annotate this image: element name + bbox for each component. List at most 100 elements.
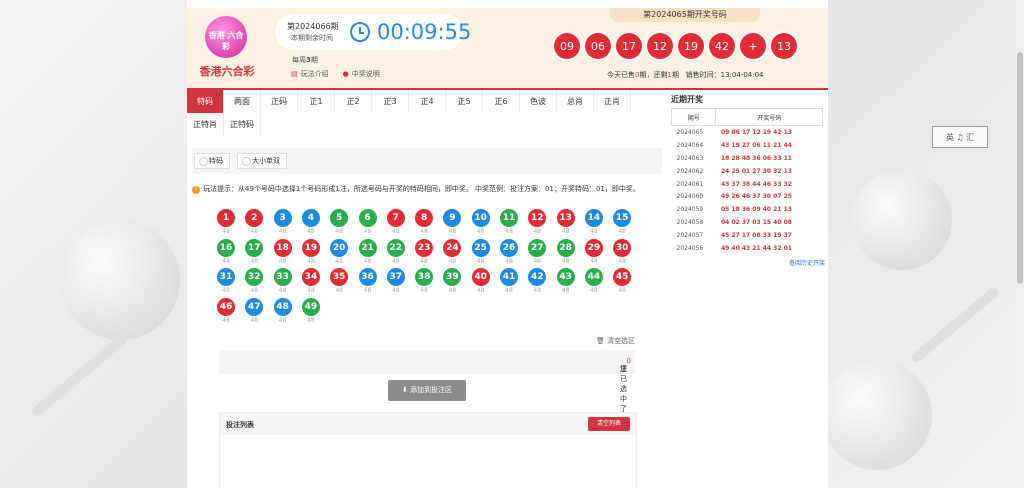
number-ball[interactable]: 45: [613, 268, 632, 286]
number-cell[interactable]: 45 48: [610, 268, 634, 295]
number-cell[interactable]: 41 48: [497, 268, 521, 295]
number-ball[interactable]: 49: [301, 297, 320, 316]
number-ball[interactable]: 24: [443, 238, 462, 257]
number-ball[interactable]: 16: [217, 238, 235, 257]
tab-1[interactable]: 两面: [224, 90, 261, 113]
history-link[interactable]: 查阅历史开奖: [671, 258, 825, 267]
number-cell[interactable]: 18 48: [271, 238, 295, 266]
number-cell[interactable]: 1 48: [214, 209, 238, 236]
number-cell[interactable]: 24 48: [440, 238, 464, 266]
number-cell[interactable]: 15 48: [610, 209, 634, 236]
number-cell[interactable]: 32 48: [242, 268, 266, 295]
number-cell[interactable]: 36 48: [356, 268, 380, 295]
number-ball[interactable]: 48: [273, 297, 292, 316]
number-cell[interactable]: 19 48: [299, 238, 323, 266]
number-cell[interactable]: 13 48: [554, 209, 578, 236]
add-to-bet-button[interactable]: ⬇ 添加到投注区: [388, 380, 466, 401]
tab-13[interactable]: 正特码: [224, 113, 261, 136]
number-ball[interactable]: 23: [415, 238, 434, 257]
number-ball[interactable]: 4: [301, 209, 320, 227]
tab-9[interactable]: 色波: [520, 90, 557, 113]
tab-8[interactable]: 正6: [483, 90, 520, 113]
number-ball[interactable]: 37: [386, 268, 405, 286]
number-ball[interactable]: 38: [415, 268, 434, 286]
number-ball[interactable]: 13: [556, 209, 575, 227]
scrollbar-thumb[interactable]: [1017, 52, 1023, 284]
number-ball[interactable]: 47: [245, 297, 264, 316]
number-cell[interactable]: 49 48: [299, 297, 323, 325]
tab-10[interactable]: 总肖: [557, 90, 594, 113]
scrollbar[interactable]: [1016, 0, 1024, 488]
number-ball[interactable]: 11: [500, 209, 518, 227]
number-cell[interactable]: 30 48: [610, 238, 634, 266]
number-cell[interactable]: 2 48: [242, 209, 266, 236]
tab-4[interactable]: 正2: [335, 90, 372, 113]
number-cell[interactable]: 12 48: [525, 209, 549, 236]
number-ball[interactable]: 14: [584, 209, 603, 227]
number-cell[interactable]: 26 48: [497, 238, 521, 266]
number-ball[interactable]: 36: [358, 268, 377, 286]
number-ball[interactable]: 17: [245, 238, 264, 257]
number-ball[interactable]: 25: [471, 238, 490, 257]
number-ball[interactable]: 27: [528, 238, 547, 257]
number-cell[interactable]: 46 48: [214, 297, 238, 325]
number-cell[interactable]: 35 48: [327, 268, 351, 295]
number-cell[interactable]: 5 48: [327, 209, 351, 236]
number-cell[interactable]: 9 48: [440, 209, 464, 236]
number-cell[interactable]: 31 48: [214, 268, 238, 295]
clear-selection-button[interactable]: 🗑 清空选区: [596, 336, 635, 346]
number-cell[interactable]: 7 48: [384, 209, 408, 236]
number-ball[interactable]: 7: [386, 209, 405, 227]
number-cell[interactable]: 47 48: [242, 297, 266, 325]
number-ball[interactable]: 18: [273, 238, 292, 257]
number-cell[interactable]: 27 48: [525, 238, 549, 266]
tab-6[interactable]: 正4: [409, 90, 446, 113]
number-ball[interactable]: 39: [443, 268, 462, 286]
tab-12[interactable]: 正特肖: [187, 113, 224, 136]
tab-5[interactable]: 正3: [372, 90, 409, 113]
number-ball[interactable]: 9: [443, 209, 462, 227]
number-ball[interactable]: 1: [217, 209, 235, 227]
number-cell[interactable]: 21 48: [356, 238, 380, 266]
number-ball[interactable]: 34: [301, 268, 320, 286]
tab-0[interactable]: 特码: [187, 90, 224, 113]
number-cell[interactable]: 37 48: [384, 268, 408, 295]
number-ball[interactable]: 2: [245, 209, 264, 227]
tab-11[interactable]: 正肖: [594, 90, 631, 113]
subtab-size-parity[interactable]: 大小单双: [237, 153, 287, 169]
prize-link[interactable]: ● 中奖说明: [343, 69, 380, 79]
number-ball[interactable]: 10: [471, 209, 490, 227]
clear-list-button[interactable]: 清空列表: [588, 417, 630, 431]
number-cell[interactable]: 48 48: [271, 297, 295, 325]
number-cell[interactable]: 39 48: [440, 268, 464, 295]
floating-badge[interactable]: 英 ♫ 汇: [932, 126, 988, 148]
number-cell[interactable]: 38 48: [412, 268, 436, 295]
number-ball[interactable]: 26: [500, 238, 518, 257]
subtab-special[interactable]: 特码: [194, 153, 230, 169]
number-ball[interactable]: 42: [528, 268, 547, 286]
number-cell[interactable]: 6 48: [356, 209, 380, 236]
number-cell[interactable]: 43 48: [554, 268, 578, 295]
number-cell[interactable]: 14 48: [582, 209, 606, 236]
tab-3[interactable]: 正1: [298, 90, 335, 113]
number-ball[interactable]: 41: [500, 268, 518, 286]
number-ball[interactable]: 31: [217, 268, 235, 286]
number-ball[interactable]: 8: [415, 209, 434, 227]
number-ball[interactable]: 3: [273, 209, 292, 227]
number-cell[interactable]: 42 48: [525, 268, 549, 295]
number-ball[interactable]: 20: [330, 238, 349, 257]
number-cell[interactable]: 11 48: [497, 209, 521, 236]
number-cell[interactable]: 40 48: [469, 268, 493, 295]
number-cell[interactable]: 44 48: [582, 268, 606, 295]
number-ball[interactable]: 12: [528, 209, 547, 227]
number-ball[interactable]: 29: [584, 238, 603, 257]
number-ball[interactable]: 35: [330, 268, 349, 286]
number-ball[interactable]: 44: [584, 268, 603, 286]
number-ball[interactable]: 32: [245, 268, 264, 286]
tab-7[interactable]: 正5: [446, 90, 483, 113]
number-ball[interactable]: 22: [386, 238, 405, 257]
number-cell[interactable]: 16 48: [214, 238, 238, 266]
number-ball[interactable]: 15: [613, 209, 632, 227]
number-cell[interactable]: 20 48: [327, 238, 351, 266]
number-cell[interactable]: 29 48: [582, 238, 606, 266]
